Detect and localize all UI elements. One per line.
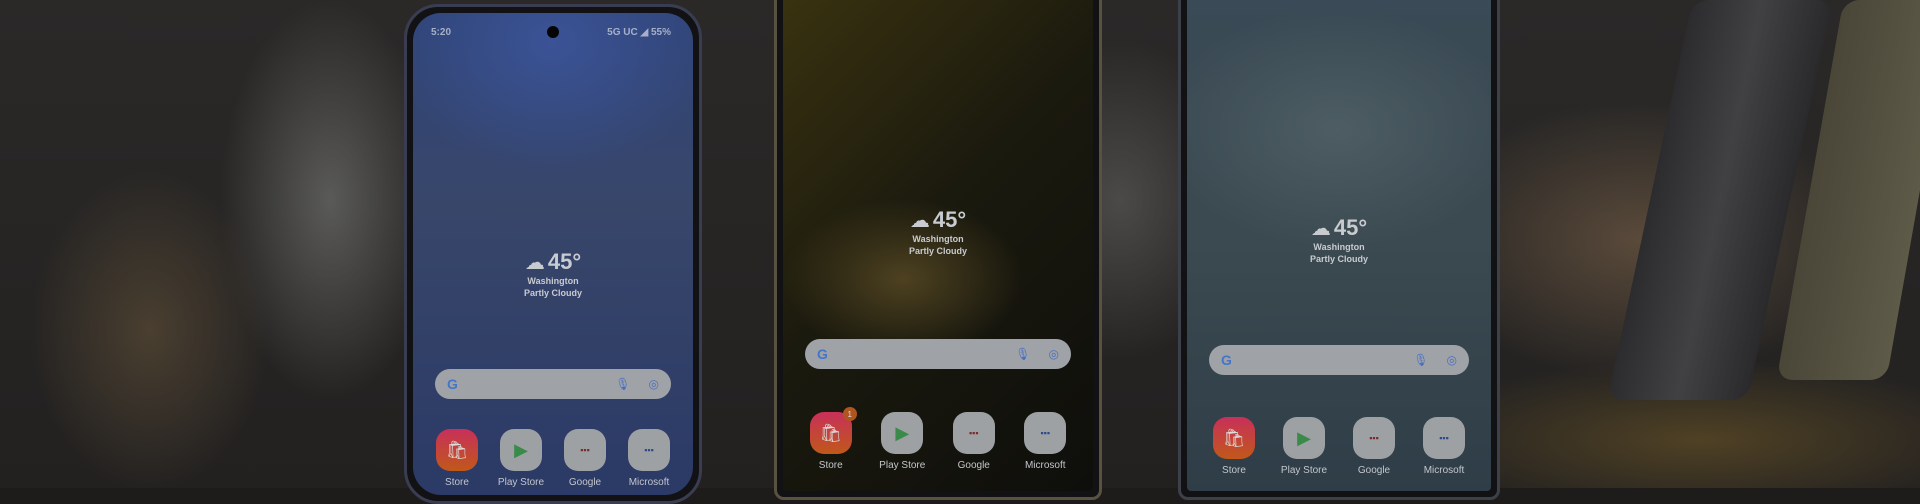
weather-widget[interactable]: ☁ 45° Washington Partly Cloudy — [413, 249, 693, 299]
status-time: 5:20 — [431, 27, 452, 38]
microphone-icon[interactable]: 🎙 — [615, 377, 630, 391]
play-store-icon: ▶ — [1283, 417, 1325, 459]
home-screen: 5:20 5G UC ◢ 55% ☁ 45° Washington Partly … — [413, 13, 693, 495]
galaxy-store-icon: 🛍 1 — [809, 407, 857, 454]
partly-cloudy-icon: ☁ — [524, 252, 545, 274]
weather-condition: Partly Cloudy — [1309, 254, 1368, 264]
phone-center: ☁ 45° Washington Partly Cloudy G 🎙 ◎ 🛍 1 St… — [774, 0, 1102, 500]
weather-location: Washington — [527, 276, 579, 286]
folder-microsoft[interactable]: ▪▪▪ Microsoft — [618, 429, 680, 488]
folder-icon: ▪▪▪ — [1353, 417, 1395, 459]
app-store[interactable]: 🛍 Store — [1203, 417, 1265, 476]
app-row: 🛍 Store ▶ Play Store ▪▪▪ Google ▪▪▪ Microsof… — [413, 429, 693, 488]
app-store[interactable]: 🛍 1 Store — [800, 407, 862, 471]
google-logo: G — [1221, 352, 1232, 368]
app-store[interactable]: 🛍 Store — [426, 429, 488, 488]
google-logo: G — [447, 376, 458, 392]
app-play-store[interactable]: ▶ Play Store — [871, 412, 933, 471]
google-search-bar[interactable]: G 🎙 ◎ — [805, 339, 1071, 369]
weather-location: Washington — [912, 234, 964, 244]
google-lens-icon[interactable]: ◎ — [1447, 353, 1457, 367]
weather-widget[interactable]: ☁ 45° Washington Partly Cloudy — [1187, 215, 1491, 265]
weather-widget[interactable]: ☁ 45° Washington Partly Cloudy — [783, 207, 1093, 257]
app-row: 🛍 1 Store ▶ Play Store ▪▪▪ Google ▪▪▪ Microso… — [783, 407, 1093, 471]
home-screen: ☁ 45° Washington Partly Cloudy G 🎙 ◎ 🛍 Sto… — [1187, 0, 1491, 491]
play-store-icon: ▶ — [881, 412, 924, 454]
folder-google[interactable]: ▪▪▪ Google — [943, 412, 1005, 471]
google-search-bar[interactable]: G 🎙 ◎ — [435, 369, 671, 399]
folder-icon: ▪▪▪ — [1423, 417, 1465, 459]
folder-icon: ▪▪▪ — [952, 412, 995, 454]
partly-cloudy-icon: ☁ — [1310, 218, 1331, 240]
folder-icon: ▪▪▪ — [564, 429, 606, 471]
galaxy-store-icon: 🛍 — [1213, 417, 1255, 459]
microphone-icon[interactable]: 🎙 — [1015, 347, 1030, 361]
galaxy-store-icon: 🛍 — [436, 429, 478, 471]
google-search-bar[interactable]: G 🎙 ◎ — [1209, 345, 1469, 375]
google-lens-icon[interactable]: ◎ — [649, 377, 659, 391]
weather-condition: Partly Cloudy — [523, 288, 582, 298]
weather-location: Washington — [1313, 242, 1365, 252]
app-play-store[interactable]: ▶ Play Store — [490, 429, 552, 488]
folder-microsoft[interactable]: ▪▪▪ Microsoft — [1014, 412, 1076, 471]
notification-badge: 1 — [842, 407, 857, 421]
play-store-icon: ▶ — [500, 429, 542, 471]
folder-icon: ▪▪▪ — [1024, 412, 1067, 454]
status-indicators: 5G UC ◢ 55% — [607, 27, 671, 38]
google-logo: G — [817, 346, 828, 362]
google-lens-icon[interactable]: ◎ — [1049, 347, 1059, 361]
phone-left: 5:20 5G UC ◢ 55% ☁ 45° Washington Partly … — [404, 4, 702, 504]
app-play-store[interactable]: ▶ Play Store — [1273, 417, 1335, 476]
phone-right: ☁ 45° Washington Partly Cloudy G 🎙 ◎ 🛍 Sto… — [1178, 0, 1500, 500]
app-row: 🛍 Store ▶ Play Store ▪▪▪ Google ▪▪▪ Microsof… — [1187, 417, 1491, 476]
microphone-icon[interactable]: 🎙 — [1413, 353, 1428, 367]
folder-microsoft[interactable]: ▪▪▪ Microsoft — [1413, 417, 1475, 476]
partly-cloudy-icon: ☁ — [909, 210, 930, 232]
home-screen: ☁ 45° Washington Partly Cloudy G 🎙 ◎ 🛍 1 St… — [783, 0, 1093, 491]
folder-google[interactable]: ▪▪▪ Google — [554, 429, 616, 488]
front-camera — [547, 26, 559, 38]
weather-condition: Partly Cloudy — [908, 246, 967, 256]
folder-google[interactable]: ▪▪▪ Google — [1343, 417, 1405, 476]
folder-icon: ▪▪▪ — [628, 429, 670, 471]
